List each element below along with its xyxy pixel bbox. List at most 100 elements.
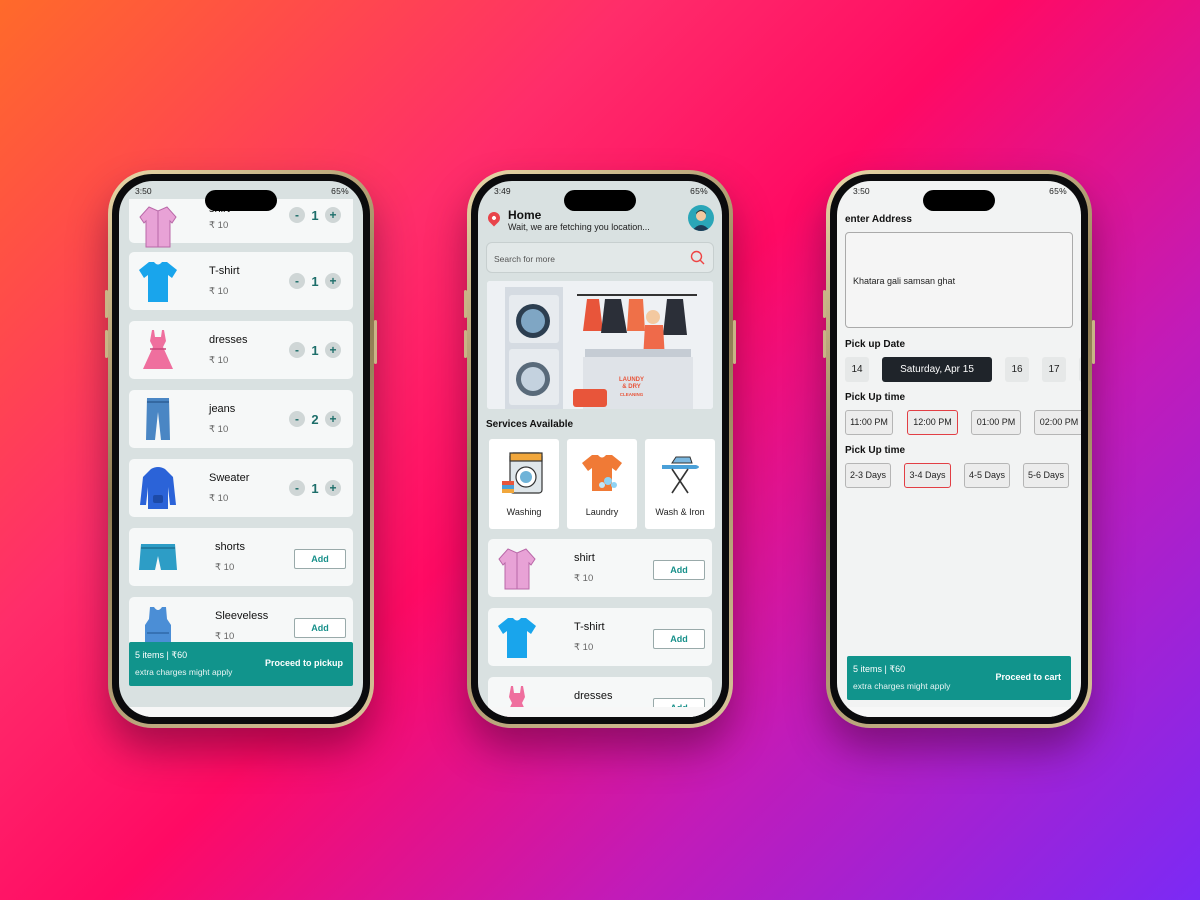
list-item[interactable]: jeans ₹ 10 - 2 + [129, 390, 353, 448]
date-chip[interactable]: 17 [1042, 357, 1066, 382]
shorts-icon [139, 544, 177, 570]
banner-text: LAUNDY [619, 377, 644, 383]
status-time: 3:50 [135, 186, 152, 196]
service-washing[interactable]: Washing [489, 439, 559, 529]
address-value: Khatara gali samsan ghat [853, 276, 956, 286]
list-item[interactable]: T-shirt ₹ 10 Add [488, 608, 712, 666]
search-bar[interactable]: Search for more [486, 242, 714, 273]
time-chip[interactable]: 11:00 PM [845, 410, 893, 435]
quantity-value: 2 [311, 411, 319, 427]
pickup-date-label: Pick up Date [845, 339, 906, 350]
decrement-button[interactable]: - [289, 273, 305, 289]
cart-note: extra charges might apply [853, 681, 951, 691]
time-chip[interactable]: 02:00 PM [1034, 410, 1081, 435]
duration-chip-selected[interactable]: 3-4 Days [904, 463, 951, 488]
decrement-button[interactable]: - [289, 480, 305, 496]
item-price: ₹ 10 [574, 573, 594, 584]
date-chip[interactable]: 14 [845, 357, 869, 382]
address-field[interactable]: Khatara gali samsan ghat [845, 232, 1073, 328]
shirt-icon [498, 548, 536, 590]
volume-button [823, 290, 826, 318]
proceed-to-cart-button[interactable]: Proceed to cart [995, 672, 1061, 682]
dynamic-island [923, 190, 995, 211]
jeans-icon [146, 398, 170, 440]
item-price: ₹ 10 [209, 424, 229, 435]
cart-screen: 3:50 65% shirt ₹ 10 - 1 + T-shirt ₹ 10 [119, 181, 363, 717]
ironing-board-icon [662, 456, 699, 494]
service-label: Washing [506, 507, 542, 517]
add-button[interactable]: Add [294, 618, 346, 638]
date-chip-selected[interactable]: Saturday, Apr 15 [882, 357, 992, 382]
search-icon[interactable] [690, 250, 705, 265]
item-price: ₹ 10 [215, 631, 235, 642]
promo-banner[interactable]: LAUNDY & DRY CLEANING [487, 281, 713, 409]
cart-summary-bar[interactable]: 5 items | ₹60 extra charges might apply … [129, 642, 353, 686]
banner-text: & DRY [622, 384, 641, 390]
tshirt-icon [139, 262, 177, 302]
cart-summary: 5 items | ₹60 [135, 650, 188, 660]
time-chip[interactable]: 01:00 PM [971, 410, 1021, 435]
list-item[interactable]: Sweater ₹ 10 - 1 + [129, 459, 353, 517]
home-screen: 3:49 65% Home Wait, we are fetching you … [478, 181, 722, 717]
duration-chip[interactable]: 5-6 Days [1023, 463, 1069, 488]
laundry-illustration [487, 281, 713, 409]
status-time: 3:49 [494, 186, 511, 196]
increment-button[interactable]: + [325, 411, 341, 427]
cart-summary: 5 items | ₹60 [853, 664, 906, 674]
date-picker: 14 Saturday, Apr 15 16 17 [845, 357, 1081, 383]
phone-home: 3:49 65% Home Wait, we are fetching you … [464, 170, 736, 728]
quantity-stepper: - 2 + [289, 411, 341, 427]
decrement-button[interactable]: - [289, 342, 305, 358]
volume-button [105, 330, 108, 358]
service-wash-iron[interactable]: Wash & Iron [645, 439, 715, 529]
service-laundry[interactable]: Laundry [567, 439, 637, 529]
list-item[interactable]: shirt ₹ 10 Add [488, 539, 712, 597]
phone-order: 3:50 65% enter Address Khatara gali sams… [823, 170, 1095, 728]
status-battery: 65% [331, 186, 349, 196]
item-name: T-shirt [209, 265, 240, 277]
cart-summary-bar[interactable]: 5 items | ₹60 extra charges might apply … [847, 656, 1071, 700]
dynamic-island [205, 190, 277, 211]
status-battery: 65% [1049, 186, 1067, 196]
duration-chip[interactable]: 2-3 Days [845, 463, 891, 488]
system-nav-bar [478, 707, 722, 717]
duration-chip[interactable]: 4-5 Days [964, 463, 1010, 488]
add-button[interactable]: Add [294, 549, 346, 569]
phone-bezel: 3:49 65% Home Wait, we are fetching you … [471, 174, 729, 724]
location-status: Wait, we are fetching you location... [508, 222, 650, 232]
increment-button[interactable]: + [325, 342, 341, 358]
phone-bezel: 3:50 65% enter Address Khatara gali sams… [830, 174, 1088, 724]
shirt-icon [139, 206, 177, 248]
item-price: ₹ 10 [209, 220, 229, 231]
banner-text: CLEANING [619, 392, 644, 397]
decrement-button[interactable]: - [289, 207, 305, 223]
volume-button [464, 290, 467, 318]
search-input[interactable]: Search for more [494, 254, 555, 264]
increment-button[interactable]: + [325, 480, 341, 496]
date-chip-partial[interactable] [1079, 357, 1081, 382]
increment-button[interactable]: + [325, 273, 341, 289]
item-price: ₹ 10 [209, 355, 229, 366]
date-chip[interactable]: 16 [1005, 357, 1029, 382]
volume-button [464, 330, 467, 358]
status-battery: 65% [690, 186, 708, 196]
item-price: ₹ 10 [215, 562, 235, 573]
page-title[interactable]: Home [508, 208, 541, 222]
proceed-to-pickup-button[interactable]: Proceed to pickup [265, 658, 343, 668]
power-button [374, 320, 377, 364]
pickup-time-label: Pick Up time [845, 392, 906, 403]
list-item[interactable]: dresses ₹ 10 - 1 + [129, 321, 353, 379]
add-button[interactable]: Add [653, 629, 705, 649]
add-button[interactable]: Add [653, 560, 705, 580]
decrement-button[interactable]: - [289, 411, 305, 427]
increment-button[interactable]: + [325, 207, 341, 223]
list-item[interactable]: T-shirt ₹ 10 - 1 + [129, 252, 353, 310]
laundry-shirt-icon [582, 455, 622, 491]
volume-button [105, 290, 108, 318]
list-item[interactable]: shorts ₹ 10 Add [129, 528, 353, 586]
phone-bezel: 3:50 65% shirt ₹ 10 - 1 + T-shirt ₹ 10 [112, 174, 370, 724]
quantity-value: 1 [311, 480, 319, 496]
avatar[interactable] [688, 205, 714, 231]
power-button [1092, 320, 1095, 364]
time-chip-selected[interactable]: 12:00 PM [907, 410, 958, 435]
